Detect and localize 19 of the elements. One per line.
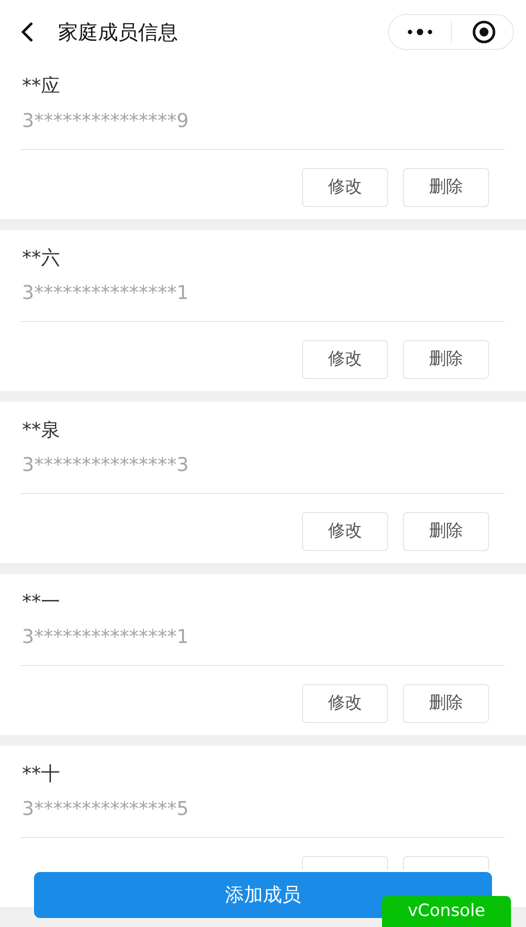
- edit-button[interactable]: 修改: [302, 684, 388, 723]
- delete-button[interactable]: 删除: [403, 168, 489, 207]
- edit-button[interactable]: 修改: [302, 512, 388, 551]
- member-name: **泉: [22, 418, 61, 443]
- delete-button[interactable]: 删除: [403, 512, 489, 551]
- id-number: 3***************1: [22, 281, 190, 306]
- member-name: **十: [22, 762, 61, 787]
- id-number: 3***************3: [22, 453, 190, 478]
- delete-button[interactable]: 删除: [403, 340, 489, 379]
- member-name: **六: [22, 246, 61, 271]
- delete-button[interactable]: 删除: [403, 684, 489, 723]
- edit-button[interactable]: 修改: [302, 168, 388, 207]
- member-name: **应: [22, 74, 61, 99]
- id-number: 3***************1: [22, 625, 190, 650]
- page-title: 家庭成员信息: [58, 19, 178, 46]
- id-number: 3***************9: [22, 109, 190, 134]
- edit-button[interactable]: 修改: [302, 340, 388, 379]
- id-number: 3***************5: [22, 797, 190, 822]
- member-name: **一: [22, 590, 61, 615]
